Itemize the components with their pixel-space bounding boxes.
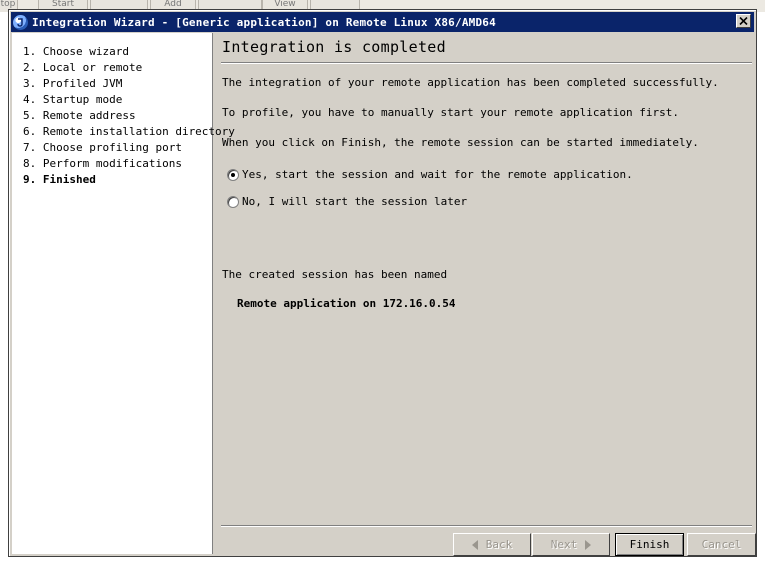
finish-info-message: When you click on Finish, the remote ses… [222, 136, 699, 149]
back-button-label: Back [485, 538, 513, 551]
close-button[interactable] [736, 14, 751, 28]
step-item-startup-mode: 4. Startup mode [23, 93, 123, 106]
radio-label-no: No, I will start the session later [242, 195, 468, 208]
header-divider [221, 62, 752, 64]
session-name-label: The created session has been named [222, 268, 448, 281]
integration-wizard-dialog: Integration Wizard - [Generic applicatio… [8, 9, 757, 557]
radio-button-unchecked[interactable] [227, 195, 239, 208]
step-item-profiled-jvm: 3. Profiled JVM [23, 77, 123, 90]
next-arrow-icon [585, 539, 592, 550]
button-bar-divider [221, 525, 752, 527]
radio-start-session-now[interactable]: Yes, start the session and wait for the … [227, 168, 633, 181]
cancel-button[interactable]: Cancel [687, 533, 756, 556]
content-panel: Integration is completed The integration… [221, 33, 756, 556]
radio-button-checked[interactable] [227, 168, 239, 181]
finish-button-label: Finish [629, 538, 670, 551]
radio-start-session-later[interactable]: No, I will start the session later [227, 195, 467, 208]
app-logo-icon [13, 14, 28, 30]
step-item-perform-modifications: 8. Perform modifications [23, 157, 182, 170]
title-bar[interactable]: Integration Wizard - [Generic applicatio… [11, 12, 754, 32]
cancel-button-label: Cancel [701, 538, 742, 551]
back-arrow-icon [471, 539, 478, 550]
step-item-choose-profiling-port: 7. Choose profiling port [23, 141, 182, 154]
step-item-choose-wizard: 1. Choose wizard [23, 45, 129, 58]
step-item-remote-installation-directory: 6. Remote installation directory [23, 125, 235, 138]
next-button-label: Next [550, 538, 578, 551]
next-button[interactable]: Next [532, 533, 610, 556]
page-title: Integration is completed [222, 38, 446, 56]
window-title: Integration Wizard - [Generic applicatio… [32, 15, 496, 29]
step-item-local-or-remote: 2. Local or remote [23, 61, 143, 74]
back-button[interactable]: Back [453, 533, 531, 556]
steps-panel: 1. Choose wizard 2. Local or remote 3. P… [12, 33, 235, 554]
close-icon [739, 17, 748, 25]
radio-label-yes: Yes, start the session and wait for the … [242, 168, 633, 181]
step-item-finished: 9. Finished [23, 173, 96, 186]
session-name-value: Remote application on 172.16.0.54 [237, 297, 456, 310]
manual-start-message: To profile, you have to manually start y… [222, 106, 679, 119]
finish-button[interactable]: Finish [615, 533, 684, 556]
step-item-remote-address: 5. Remote address [23, 109, 136, 122]
completion-message: The integration of your remote applicati… [222, 76, 719, 89]
